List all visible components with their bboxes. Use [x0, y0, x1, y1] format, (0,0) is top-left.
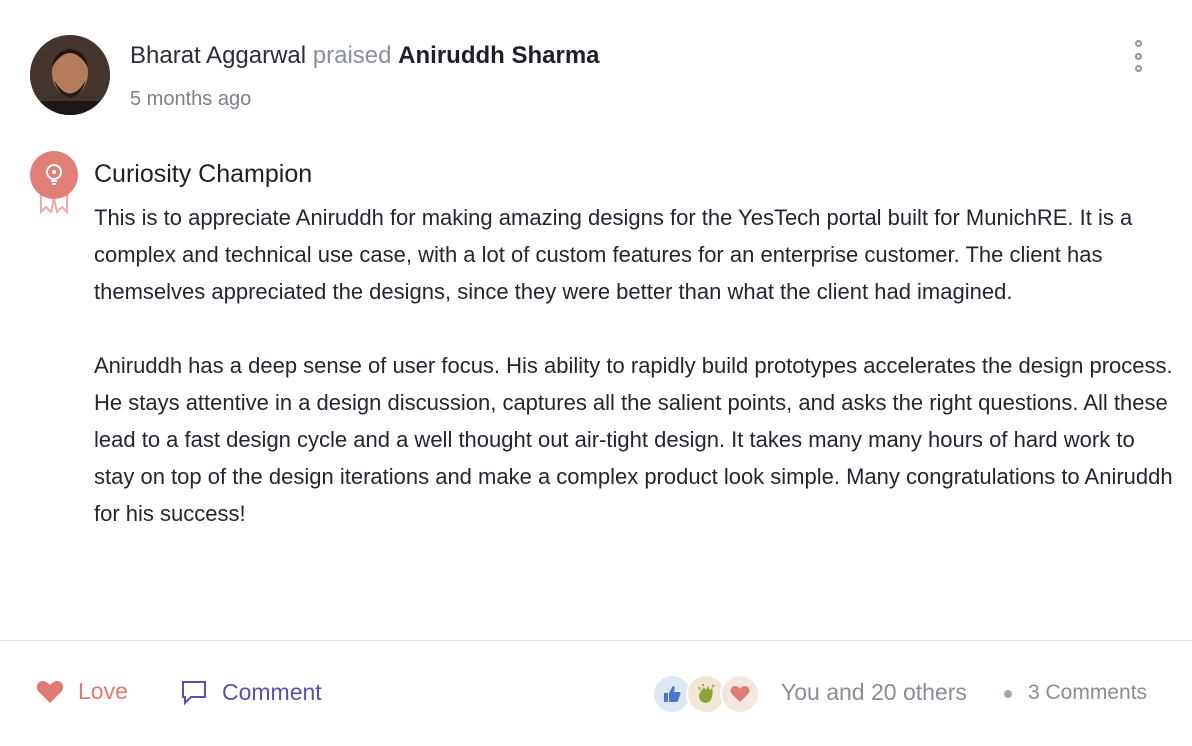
love-button[interactable]: Love [36, 678, 128, 705]
more-options-icon[interactable] [1124, 40, 1152, 72]
comments-count-link[interactable]: 3 Comments [1028, 681, 1147, 705]
post-timestamp: 5 months ago [130, 88, 252, 110]
comment-label: Comment [222, 678, 322, 705]
author-name[interactable]: Bharat Aggarwal [130, 42, 306, 69]
author-avatar[interactable] [30, 35, 110, 115]
recipient-name[interactable]: Aniruddh Sharma [398, 42, 599, 69]
action-verb: praised [312, 42, 392, 69]
praise-message: This is to appreciate Aniruddh for makin… [94, 199, 1174, 532]
love-label: Love [78, 678, 128, 704]
speech-bubble-icon [182, 681, 206, 706]
separator-dot [1004, 690, 1012, 698]
comment-button[interactable]: Comment [180, 678, 322, 706]
reaction-icons[interactable] [652, 674, 760, 714]
reactions-summary[interactable]: You and 20 others [781, 679, 967, 706]
footer-divider [0, 640, 1192, 641]
post-header: Bharat Aggarwal praised Aniruddh Sharma [130, 40, 600, 72]
ribbon-award-icon [28, 150, 80, 216]
message-paragraph: Aniruddh has a deep sense of user focus.… [94, 353, 1173, 526]
award-title: Curiosity Champion [94, 160, 313, 188]
message-paragraph: This is to appreciate Aniruddh for makin… [94, 205, 1133, 304]
heart-icon [36, 680, 64, 703]
heart-icon [720, 674, 760, 714]
